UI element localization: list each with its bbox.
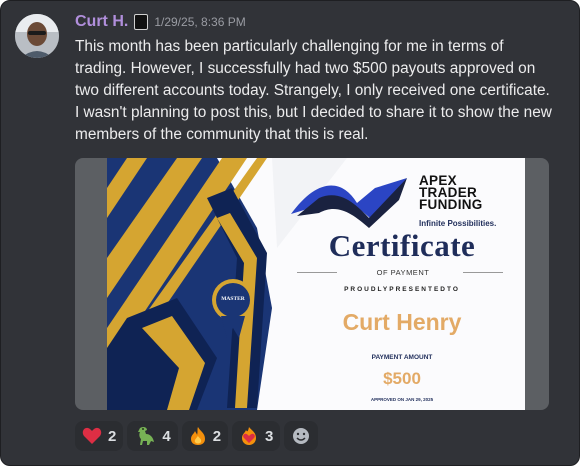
t-rex-icon: [134, 426, 156, 446]
brand-tagline: Infinite Possibilities.: [419, 219, 497, 228]
user-avatar[interactable]: [15, 14, 59, 58]
reaction-heart-on-fire[interactable]: 3: [232, 421, 281, 451]
brand-line-3: FUNDING: [419, 197, 483, 212]
reaction-count: 4: [162, 427, 171, 445]
payment-amount-label: PAYMENT AMOUNT: [371, 354, 433, 361]
title-rule-right: [463, 272, 503, 273]
message-header: Curt H. 1/29/25, 8:36 PM: [75, 12, 246, 32]
role-badge-icon[interactable]: [134, 14, 149, 30]
certificate-title: Certificate: [328, 228, 476, 263]
reaction-count: 2: [108, 427, 117, 445]
certificate-subtitle: OF PAYMENT: [376, 268, 430, 277]
payment-certificate-image: APEX TRADER FUNDING Infinite Possibiliti…: [107, 158, 525, 410]
reaction-bar: 2 4 2 3: [75, 421, 319, 451]
image-attachment[interactable]: APEX TRADER FUNDING Infinite Possibiliti…: [75, 158, 549, 410]
reaction-fire[interactable]: 2: [181, 421, 229, 451]
reaction-t-rex[interactable]: 4: [127, 421, 178, 451]
message-card: Curt H. 1/29/25, 8:36 PM This month has …: [0, 0, 580, 466]
recipient-name: Curt Henry: [342, 309, 462, 335]
heart-on-fire-icon: [239, 426, 259, 446]
reaction-count: 2: [212, 427, 222, 445]
smiley-add-icon: [291, 426, 311, 446]
payment-amount: $500: [383, 369, 421, 388]
message-text: This month has been particularly challen…: [75, 38, 552, 143]
presented-to-label: PROUDLYPRESENTEDTO: [344, 286, 460, 293]
username[interactable]: Curt H.: [75, 13, 128, 31]
add-reaction-button[interactable]: [284, 421, 319, 451]
timestamp: 1/29/25, 8:36 PM: [154, 15, 246, 29]
red-heart-icon: [82, 427, 102, 445]
title-rule-left: [297, 272, 337, 273]
fire-icon: [189, 426, 207, 446]
badge-label: MASTER: [221, 296, 245, 302]
reaction-count: 3: [265, 427, 274, 445]
approved-date: APPROVED ON JAN 29, 2025: [370, 397, 434, 402]
reaction-red-heart[interactable]: 2: [75, 421, 124, 451]
